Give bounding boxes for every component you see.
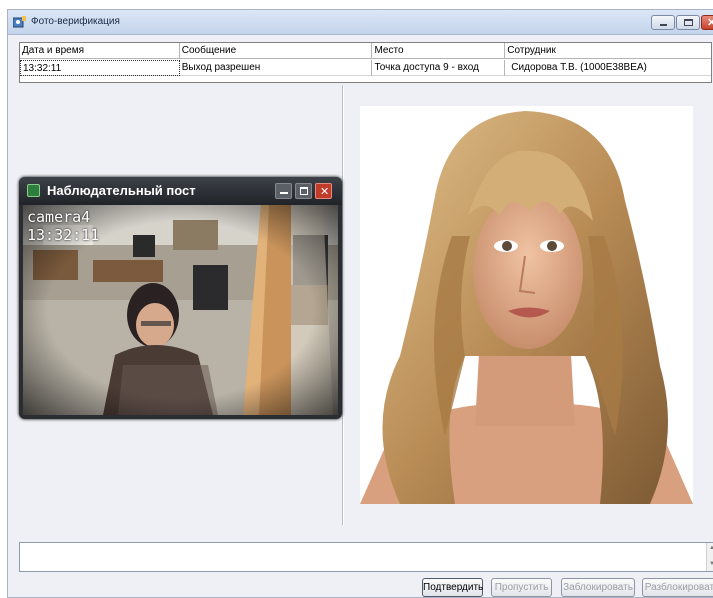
camera-minimize-button[interactable]	[275, 183, 292, 199]
comment-textarea[interactable]	[19, 542, 713, 572]
unblock-button[interactable]: Разблокировать	[642, 578, 713, 597]
scroll-up-icon: ▲	[709, 545, 713, 551]
maximize-icon	[300, 187, 308, 195]
camera-user-icon	[13, 16, 26, 28]
minimize-button[interactable]	[651, 15, 675, 30]
column-header-message[interactable]: Сообщение	[180, 43, 373, 59]
minimize-icon	[660, 24, 667, 26]
cell-message[interactable]: Выход разрешен	[180, 60, 373, 76]
column-header-place[interactable]: Место	[372, 43, 506, 59]
confirm-button[interactable]: Подтвердить	[422, 578, 483, 597]
maximize-button[interactable]	[676, 15, 700, 30]
surveillance-logo-icon	[27, 184, 40, 197]
maximize-icon	[684, 19, 693, 26]
cell-place[interactable]: Точка доступа 9 - вход	[372, 60, 506, 76]
employee-portrait-image	[360, 106, 693, 504]
camera-title-bar[interactable]: Наблюдательный пост ✕	[19, 177, 342, 205]
employee-photo	[360, 106, 693, 504]
camera-maximize-button[interactable]	[295, 183, 312, 199]
camera-video-feed[interactable]: camera4 13:32:11	[23, 205, 338, 415]
minimize-icon	[280, 192, 288, 194]
camera-name: camera4	[27, 208, 91, 226]
scroll-down-icon: ▼	[709, 561, 713, 567]
pane-splitter[interactable]	[342, 85, 344, 525]
events-grid: Дата и время Сообщение Место Сотрудник 1…	[19, 42, 712, 83]
table-row[interactable]: 13:32:11 Выход разрешен Точка доступа 9 …	[20, 60, 711, 76]
block-button[interactable]: Заблокировать	[561, 578, 635, 597]
title-bar[interactable]: Фото-верификация ✕	[8, 10, 713, 35]
camera-close-button[interactable]: ✕	[315, 183, 332, 199]
cell-datetime[interactable]: 13:32:11	[20, 60, 180, 76]
column-header-datetime[interactable]: Дата и время	[20, 43, 180, 59]
window-title: Фото-верификация	[31, 16, 120, 27]
comment-scrollbar[interactable]: ▲ ▼	[706, 543, 713, 571]
camera-timestamp: 13:32:11	[27, 226, 100, 244]
close-icon: ✕	[707, 17, 713, 29]
camera-overlay: camera4 13:32:11	[27, 208, 99, 244]
grid-header: Дата и время Сообщение Место Сотрудник	[20, 43, 711, 59]
skip-button[interactable]: Пропустить	[491, 578, 552, 597]
close-button[interactable]: ✕	[701, 15, 713, 30]
column-header-employee[interactable]: Сотрудник	[505, 43, 711, 59]
photo-verification-window: Фото-верификация ✕ Дата и время Сообщени…	[7, 9, 713, 598]
close-icon: ✕	[320, 186, 330, 198]
camera-window-title: Наблюдательный пост	[47, 183, 196, 198]
cell-employee[interactable]: Сидорова Т.В. (1000E38BEA)	[505, 60, 711, 76]
camera-window[interactable]: Наблюдательный пост ✕ camera4 13:32:11	[19, 177, 342, 419]
